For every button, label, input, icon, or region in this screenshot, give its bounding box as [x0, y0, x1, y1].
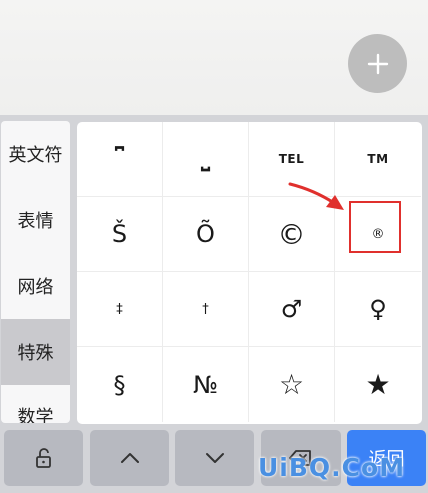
chevron-up-icon	[120, 453, 139, 463]
watermark: UiBQ.CoM	[258, 453, 406, 482]
symbol-key[interactable]: ⎴	[77, 122, 163, 197]
symbol-key[interactable]: §	[77, 347, 163, 422]
lock-key[interactable]	[4, 430, 83, 486]
plus-icon	[367, 53, 388, 74]
scroll-down-key[interactable]	[175, 430, 254, 486]
add-button[interactable]	[348, 34, 407, 93]
symbol-key[interactable]: †	[163, 272, 249, 347]
category-list: 英文符 表情 网络 特殊 数学	[1, 121, 70, 423]
symbol-key[interactable]: ⎵	[163, 122, 249, 197]
symbol-key[interactable]: ☆	[249, 347, 335, 422]
scroll-up-key[interactable]	[90, 430, 169, 486]
unlock-icon	[35, 448, 51, 468]
category-english-symbols[interactable]: 英文符	[1, 121, 70, 187]
symbol-grid: ⎴ ⎵ TEL TM Š Õ © ® ‡ † ♂ ♀ § № ☆ ★	[77, 122, 422, 424]
symbol-key[interactable]: ♂	[249, 272, 335, 347]
category-network[interactable]: 网络	[1, 253, 70, 319]
annotation-arrow-icon	[288, 182, 344, 210]
symbol-key[interactable]: ‡	[77, 272, 163, 347]
symbol-key[interactable]: Õ	[163, 197, 249, 272]
symbol-key[interactable]: №	[163, 347, 249, 422]
content-area	[0, 0, 428, 115]
category-special[interactable]: 特殊	[1, 319, 70, 385]
symbol-key[interactable]: ★	[335, 347, 421, 422]
chevron-down-icon	[205, 453, 224, 463]
category-math[interactable]: 数学	[1, 383, 70, 423]
category-emoji[interactable]: 表情	[1, 187, 70, 253]
symbol-key[interactable]: Š	[77, 197, 163, 272]
symbol-key[interactable]: ♀	[335, 272, 421, 347]
